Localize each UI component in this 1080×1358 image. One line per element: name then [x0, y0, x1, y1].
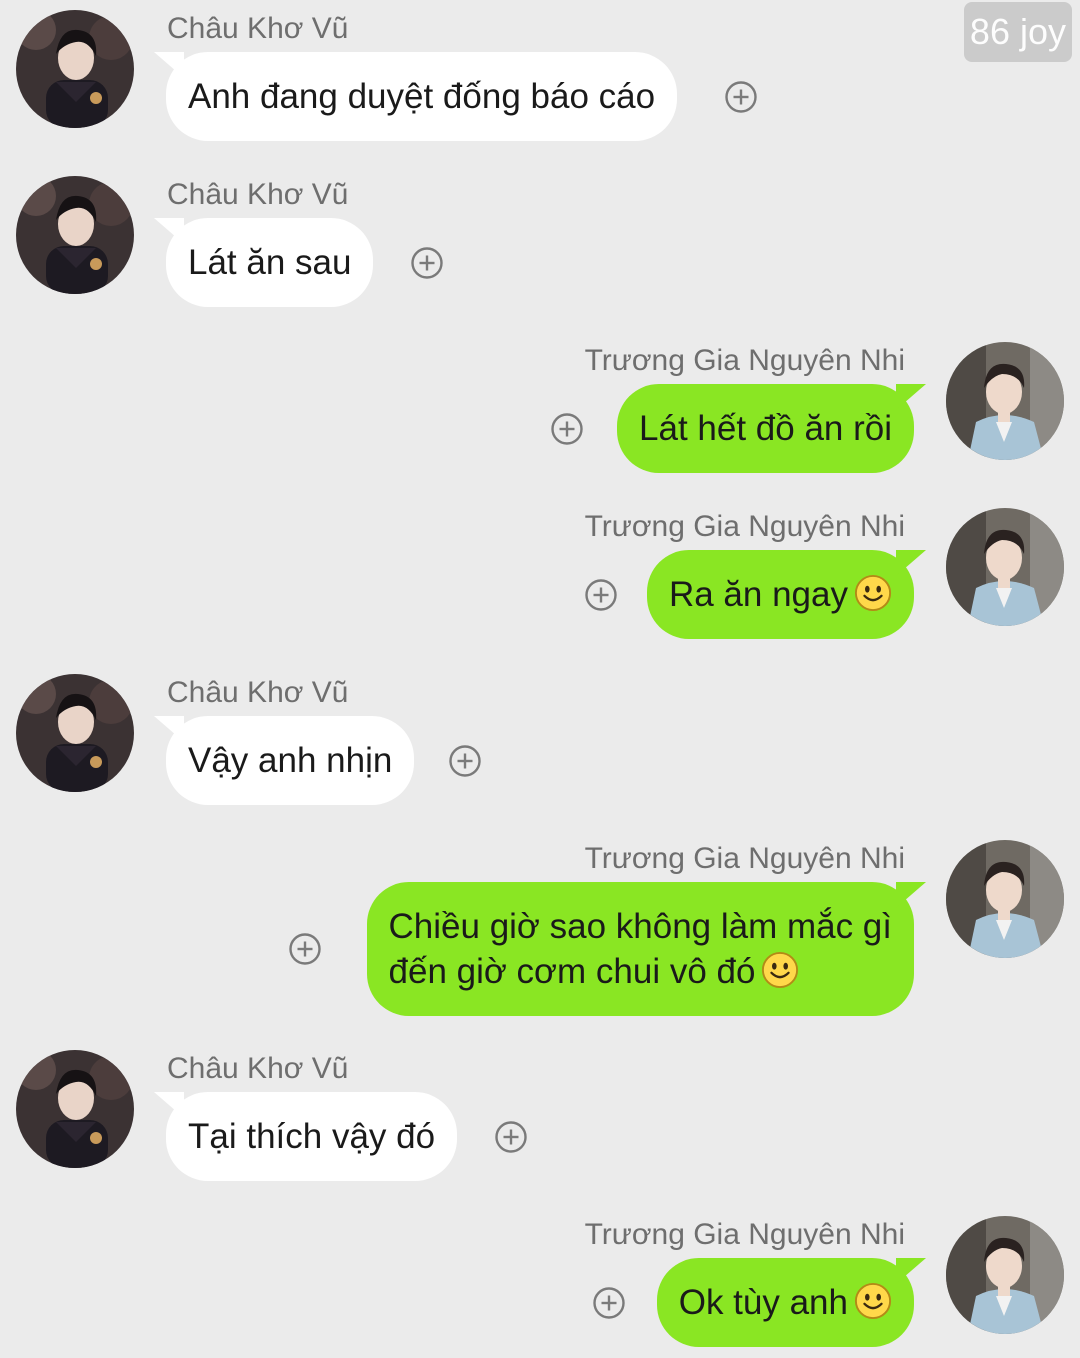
plus-circle-icon[interactable] [593, 1287, 625, 1319]
sender-name: Châu Khơ Vũ [167, 676, 349, 709]
sender-name: Trương Gia Nguyên Nhi [584, 344, 905, 377]
avatar-truong-gia-nguyen-nhi[interactable] [946, 840, 1064, 958]
plus-circle-icon[interactable] [585, 579, 617, 611]
plus-circle-icon[interactable] [449, 745, 481, 777]
smiley-emoji-icon [854, 574, 892, 612]
message-text: Tại thích vậy đó [188, 1117, 436, 1156]
avatar-truong-gia-nguyen-nhi[interactable] [946, 508, 1064, 626]
message-bubble[interactable]: Tại thích vậy đó [166, 1092, 458, 1181]
plus-circle-icon[interactable] [495, 1121, 527, 1153]
message-text: Ok tùy anh [678, 1283, 848, 1322]
avatar-truong-gia-nguyen-nhi[interactable] [946, 1216, 1064, 1334]
plus-circle-icon[interactable] [551, 413, 583, 445]
avatar-chau-kho-vu[interactable] [16, 176, 134, 294]
message-text: đến giờ cơm chui vô đó [388, 952, 756, 991]
sender-name: Trương Gia Nguyên Nhi [584, 510, 905, 543]
message-text-line-1: Chiều giờ sao không làm mắc gì [388, 907, 892, 946]
sender-name: Châu Khơ Vũ [167, 1052, 349, 1085]
message-bubble[interactable]: Ok tùy anh [656, 1258, 914, 1347]
message-bubble[interactable]: Chiều giờ sao không làm mắc gì đến giờ c… [366, 882, 914, 1016]
sender-name: Châu Khơ Vũ [167, 178, 349, 211]
message-text-line-2: đến giờ cơm chui vô đó [389, 949, 892, 994]
avatar-truong-gia-nguyen-nhi[interactable] [946, 342, 1064, 460]
avatar-chau-kho-vu[interactable] [16, 1050, 134, 1168]
smiley-emoji-icon [854, 1282, 892, 1320]
avatar-chau-kho-vu[interactable] [16, 10, 134, 128]
message-text: Ra ăn ngay [668, 575, 848, 614]
message-text: Lát ăn sau [188, 243, 352, 282]
watermark: 86 joy [963, 2, 1072, 62]
message-text: Lát hết đồ ăn rồi [639, 409, 892, 448]
message-text: Vậy anh nhịn [188, 741, 393, 780]
smiley-emoji-icon [761, 951, 799, 989]
message-text: Anh đang duyệt đống báo cáo [188, 77, 656, 116]
avatar-chau-kho-vu[interactable] [16, 674, 134, 792]
plus-circle-icon[interactable] [725, 81, 757, 113]
message-bubble[interactable]: Vậy anh nhịn [166, 716, 415, 805]
message-bubble[interactable]: Ra ăn ngay [646, 550, 914, 639]
sender-name: Châu Khơ Vũ [167, 12, 349, 45]
sender-name: Trương Gia Nguyên Nhi [584, 842, 905, 875]
plus-circle-icon[interactable] [289, 933, 321, 965]
message-bubble[interactable]: Anh đang duyệt đống báo cáo [166, 52, 678, 141]
sender-name: Trương Gia Nguyên Nhi [584, 1218, 905, 1251]
message-bubble[interactable]: Lát ăn sau [166, 218, 374, 307]
plus-circle-icon[interactable] [411, 247, 443, 279]
message-bubble[interactable]: Lát hết đồ ăn rồi [617, 384, 914, 473]
